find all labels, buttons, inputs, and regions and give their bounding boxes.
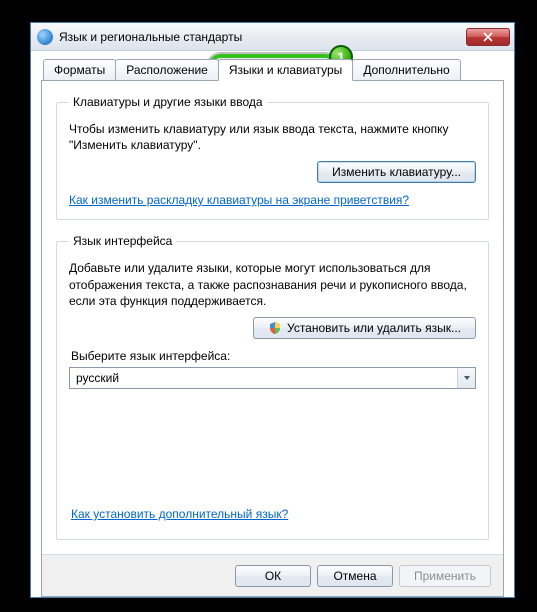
spacer: [69, 389, 476, 505]
interface-description: Добавьте или удалите языки, которые могу…: [69, 260, 476, 309]
shield-icon: [268, 321, 282, 335]
change-keyboard-button[interactable]: Изменить клавиатуру...: [317, 161, 476, 183]
tab-label: Форматы: [54, 63, 105, 77]
button-label: Применить: [414, 569, 476, 583]
interface-language-dropdown[interactable]: русский: [69, 367, 476, 389]
chevron-down-icon: [457, 368, 475, 388]
link-text: Как изменить раскладку клавиатуры на экр…: [69, 193, 409, 207]
button-label: Изменить клавиатуру...: [332, 165, 461, 179]
tab-advanced[interactable]: Дополнительно: [352, 59, 460, 80]
tab-panel: Клавиатуры и другие языки ввода Чтобы из…: [41, 80, 504, 597]
tab-formats[interactable]: Форматы: [43, 59, 116, 80]
dialog-button-bar: ОК Отмена Применить: [42, 554, 503, 596]
keyboards-description: Чтобы изменить клавиатуру или язык ввода…: [69, 121, 476, 153]
button-label: Установить или удалить язык...: [287, 321, 461, 335]
install-remove-language-button[interactable]: Установить или удалить язык...: [253, 317, 476, 339]
window-title: Язык и региональные стандарты: [59, 30, 466, 44]
tab-label: Расположение: [126, 63, 208, 77]
ok-button[interactable]: ОК: [235, 565, 311, 587]
group-keyboards-legend: Клавиатуры и другие языки ввода: [69, 95, 267, 109]
tab-label: Языки и клавиатуры: [229, 63, 342, 77]
tab-label: Дополнительно: [363, 63, 449, 77]
select-language-label: Выберите язык интерфейса:: [71, 349, 476, 363]
button-label: ОК: [265, 569, 281, 583]
group-interface-legend: Язык интерфейса: [69, 234, 176, 248]
dropdown-value: русский: [76, 371, 119, 385]
additional-language-link[interactable]: Как установить дополнительный язык?: [71, 507, 288, 521]
close-icon: [483, 32, 493, 42]
dialog-window: Язык и региональные стандарты Форматы Ра…: [30, 22, 515, 598]
group-keyboards: Клавиатуры и другие языки ввода Чтобы из…: [56, 95, 489, 220]
welcome-screen-layout-link[interactable]: Как изменить раскладку клавиатуры на экр…: [69, 193, 409, 207]
globe-icon: [37, 29, 53, 45]
button-label: Отмена: [333, 569, 376, 583]
titlebar: Язык и региональные стандарты: [31, 23, 514, 51]
content-area: Форматы Расположение Языки и клавиатуры …: [31, 51, 514, 597]
tab-location[interactable]: Расположение: [115, 59, 219, 80]
group-interface-language: Язык интерфейса Добавьте или удалите язы…: [56, 234, 489, 540]
close-button[interactable]: [466, 28, 510, 46]
tab-bar: Форматы Расположение Языки и клавиатуры …: [43, 59, 504, 80]
apply-button: Применить: [399, 565, 491, 587]
tab-languages-keyboards[interactable]: Языки и клавиатуры: [218, 59, 353, 81]
cancel-button[interactable]: Отмена: [317, 565, 393, 587]
link-text: Как установить дополнительный язык?: [71, 507, 288, 521]
